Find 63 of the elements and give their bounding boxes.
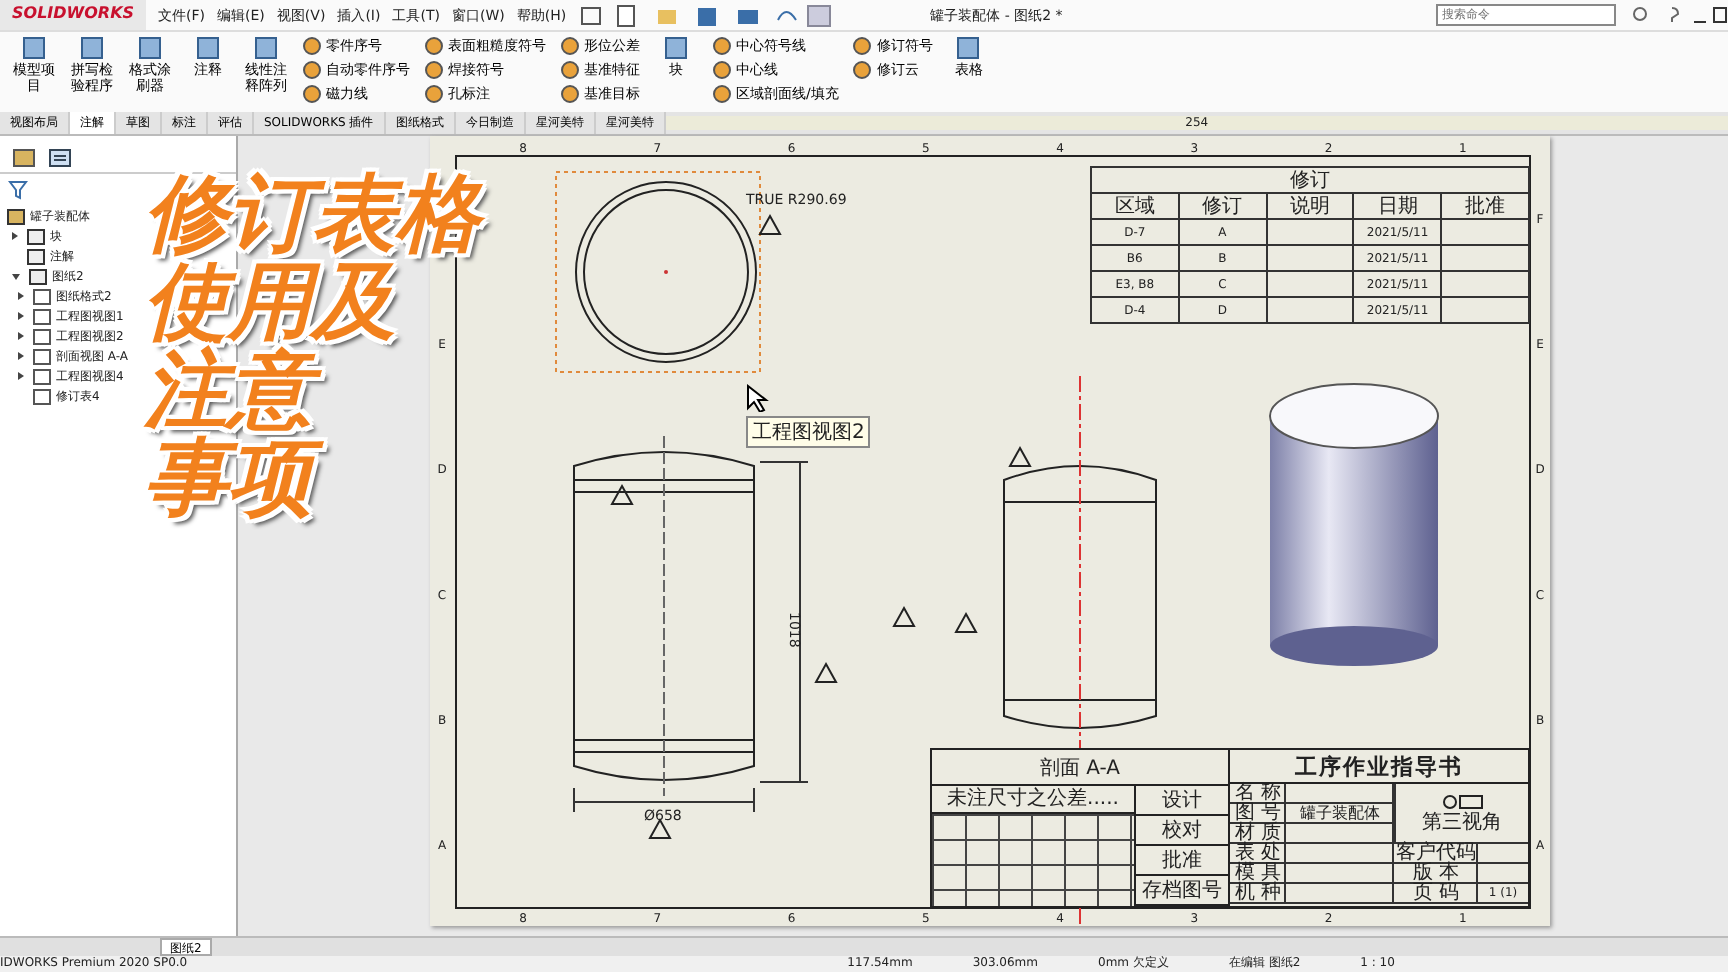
column-header: 日期 [1353, 193, 1442, 219]
title-block-cell: 客户代码 [1394, 844, 1478, 864]
tool-icon [662, 34, 690, 62]
section-label: 剖面 A-A [932, 750, 1228, 786]
tolerance-title: 未注尺寸之公差..... [932, 786, 1134, 814]
tool-icon [954, 34, 983, 62]
title-block-cell-text: 图 号 [1232, 804, 1284, 824]
tool-icon [78, 34, 106, 62]
app-logo: SOLIDWORKS [0, 0, 147, 30]
title-block-cell: 批准 [1136, 846, 1228, 876]
column-header: 修订 [1178, 193, 1267, 219]
section-view-drawing[interactable] [1003, 465, 1157, 729]
tool-icon [852, 60, 873, 80]
title-block-cell-text: 表 处 [1232, 844, 1284, 864]
title-block-cell: 校对 [1136, 816, 1228, 846]
tooltip: 工程图视图2 [746, 416, 871, 448]
revision-triangle-icon[interactable] [954, 611, 978, 633]
expand-arrow-icon[interactable] [12, 273, 20, 279]
front-view-drawing[interactable] [573, 435, 755, 797]
expand-arrow-icon[interactable] [12, 232, 18, 240]
column-header: 批准 [1441, 193, 1529, 219]
title-block-cell: 设计 [1136, 786, 1228, 816]
title-block-cell: 存档图号 [1136, 876, 1228, 906]
tool-icon [136, 34, 164, 62]
projection-symbol-icon [1440, 793, 1484, 809]
expand-arrow-icon[interactable] [18, 292, 24, 300]
revision-triangle-icon[interactable] [814, 661, 838, 683]
cylinder-3d-drawing[interactable] [1269, 383, 1439, 666]
title-block-cell-text: 材 质 [1232, 824, 1284, 844]
projection-label: 第三视角 [1422, 813, 1502, 833]
title-block-cell-text: 模 具 [1232, 864, 1284, 884]
window-controls-icon[interactable] [1628, 3, 1728, 27]
overlay-title: 事项 [138, 434, 332, 522]
title-block-cell-text: 名 称 [1232, 784, 1284, 804]
property-tab-icon[interactable] [48, 148, 72, 168]
dimension-line[interactable] [759, 461, 809, 783]
tool-icon [20, 34, 48, 62]
expand-arrow-icon[interactable] [18, 312, 24, 320]
overlay-title: 使用及 [144, 258, 396, 346]
expand-arrow-icon[interactable] [18, 332, 24, 340]
table-title: 修订 [1091, 167, 1529, 193]
title-block-cell-text: 版 本 [1410, 864, 1462, 884]
column-header: 说明 [1266, 193, 1354, 219]
tool-icon [194, 34, 222, 62]
expand-arrow-icon[interactable] [18, 372, 24, 380]
cursor-icon [746, 384, 770, 412]
column-header: 区域 [1091, 193, 1179, 219]
revision-triangle-icon[interactable] [758, 213, 782, 235]
feature-tree-tab-icon[interactable] [12, 148, 36, 168]
tool-icon [252, 34, 280, 62]
assembly-icon [6, 207, 26, 225]
revision-triangle-icon[interactable] [1008, 445, 1032, 467]
revision-triangle-icon[interactable] [648, 817, 672, 839]
revision-triangle-icon[interactable] [610, 483, 634, 505]
expand-arrow-icon[interactable] [18, 352, 24, 360]
title-block-cell-text: 罐子装配体 [1298, 804, 1382, 824]
revision-triangle-icon[interactable] [892, 605, 916, 627]
dimension-line[interactable] [573, 787, 755, 813]
tool-icon [852, 36, 873, 56]
overlay-title: 注意 [138, 346, 332, 434]
filter-icon[interactable] [8, 180, 28, 200]
title-block-cell-text: 机 种 [1232, 884, 1284, 904]
title-block-cell-text: 页 码 [1410, 884, 1462, 904]
